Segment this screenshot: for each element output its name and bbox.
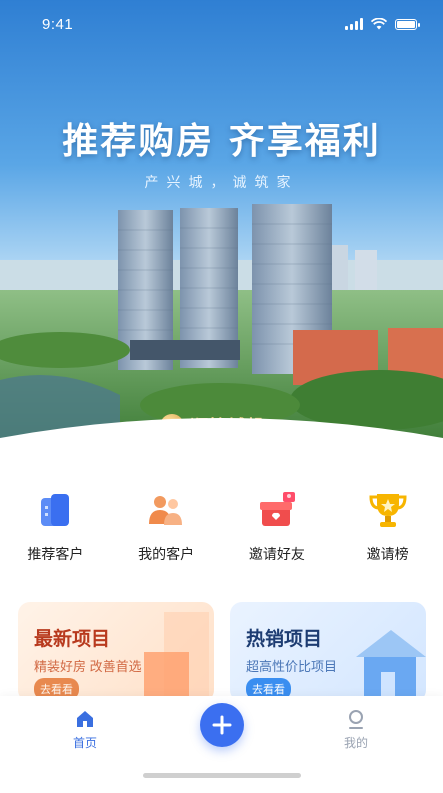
- menu-item-my-customers[interactable]: 我的客户: [111, 488, 222, 564]
- plus-icon: [212, 715, 232, 735]
- recommend-customer-icon: [41, 494, 70, 526]
- hot-projects-subtitle: 超高性价比项目: [246, 659, 338, 674]
- city-skyline-image: [0, 204, 443, 450]
- house-illustration: [356, 630, 426, 702]
- hero-bottom-curve: [0, 418, 443, 478]
- hot-projects-card[interactable]: 热销项目 超高性价比项目 去看看: [230, 602, 426, 702]
- latest-projects-card[interactable]: 最新项目 精装好房 改善首选 去看看: [18, 602, 214, 702]
- status-bar: 9:41: [0, 0, 443, 48]
- home-icon: [77, 711, 93, 727]
- tab-home[interactable]: 首页: [55, 708, 115, 751]
- status-time: 9:41: [42, 16, 74, 33]
- hero-subslogan: 产兴城，诚筑家: [144, 174, 299, 190]
- add-button[interactable]: [200, 703, 244, 747]
- hero-slogan: 推荐购房 齐享福利: [62, 120, 381, 162]
- latest-projects-title: 最新项目: [34, 629, 111, 650]
- invite-friends-gift-icon: [259, 492, 295, 526]
- menu-label: 我的客户: [138, 546, 195, 562]
- bottom-tab-bar: 首页 我的: [0, 696, 443, 793]
- building-illustration: [144, 612, 209, 702]
- tab-home-label: 首页: [72, 736, 97, 750]
- tab-mine-label: 我的: [343, 736, 368, 750]
- wifi-icon: [371, 18, 387, 30]
- trophy-icon: [369, 494, 407, 527]
- project-cards: 最新项目 精装好房 改善首选 去看看 热销项目 超高性价比项目 去看看: [18, 602, 426, 702]
- status-icons: [345, 18, 420, 30]
- menu-label: 邀请好友: [248, 546, 305, 562]
- home-indicator: [143, 773, 301, 778]
- menu-label: 推荐客户: [27, 546, 84, 562]
- latest-projects-subtitle: 精装好房 改善首选: [34, 659, 142, 674]
- menu-item-recommend-customer[interactable]: 推荐客户: [0, 488, 111, 564]
- battery-icon: [395, 18, 420, 30]
- menu-item-invite-friends[interactable]: 邀请好友: [222, 488, 333, 564]
- hero-banner: 9:41 推荐购房 齐享福利 产兴城，诚筑家: [0, 0, 443, 470]
- cellular-signal-icon: [345, 18, 363, 30]
- menu-label: 邀请榜: [366, 546, 409, 562]
- menu-item-invite-ranking[interactable]: 邀请榜: [332, 488, 443, 564]
- tab-mine[interactable]: 我的: [326, 708, 386, 751]
- quick-menu: 推荐客户 我的客户 邀请好友 邀请榜: [0, 488, 443, 564]
- hot-projects-title: 热销项目: [246, 629, 323, 650]
- profile-icon: [349, 710, 363, 729]
- my-customers-icon: [149, 496, 183, 525]
